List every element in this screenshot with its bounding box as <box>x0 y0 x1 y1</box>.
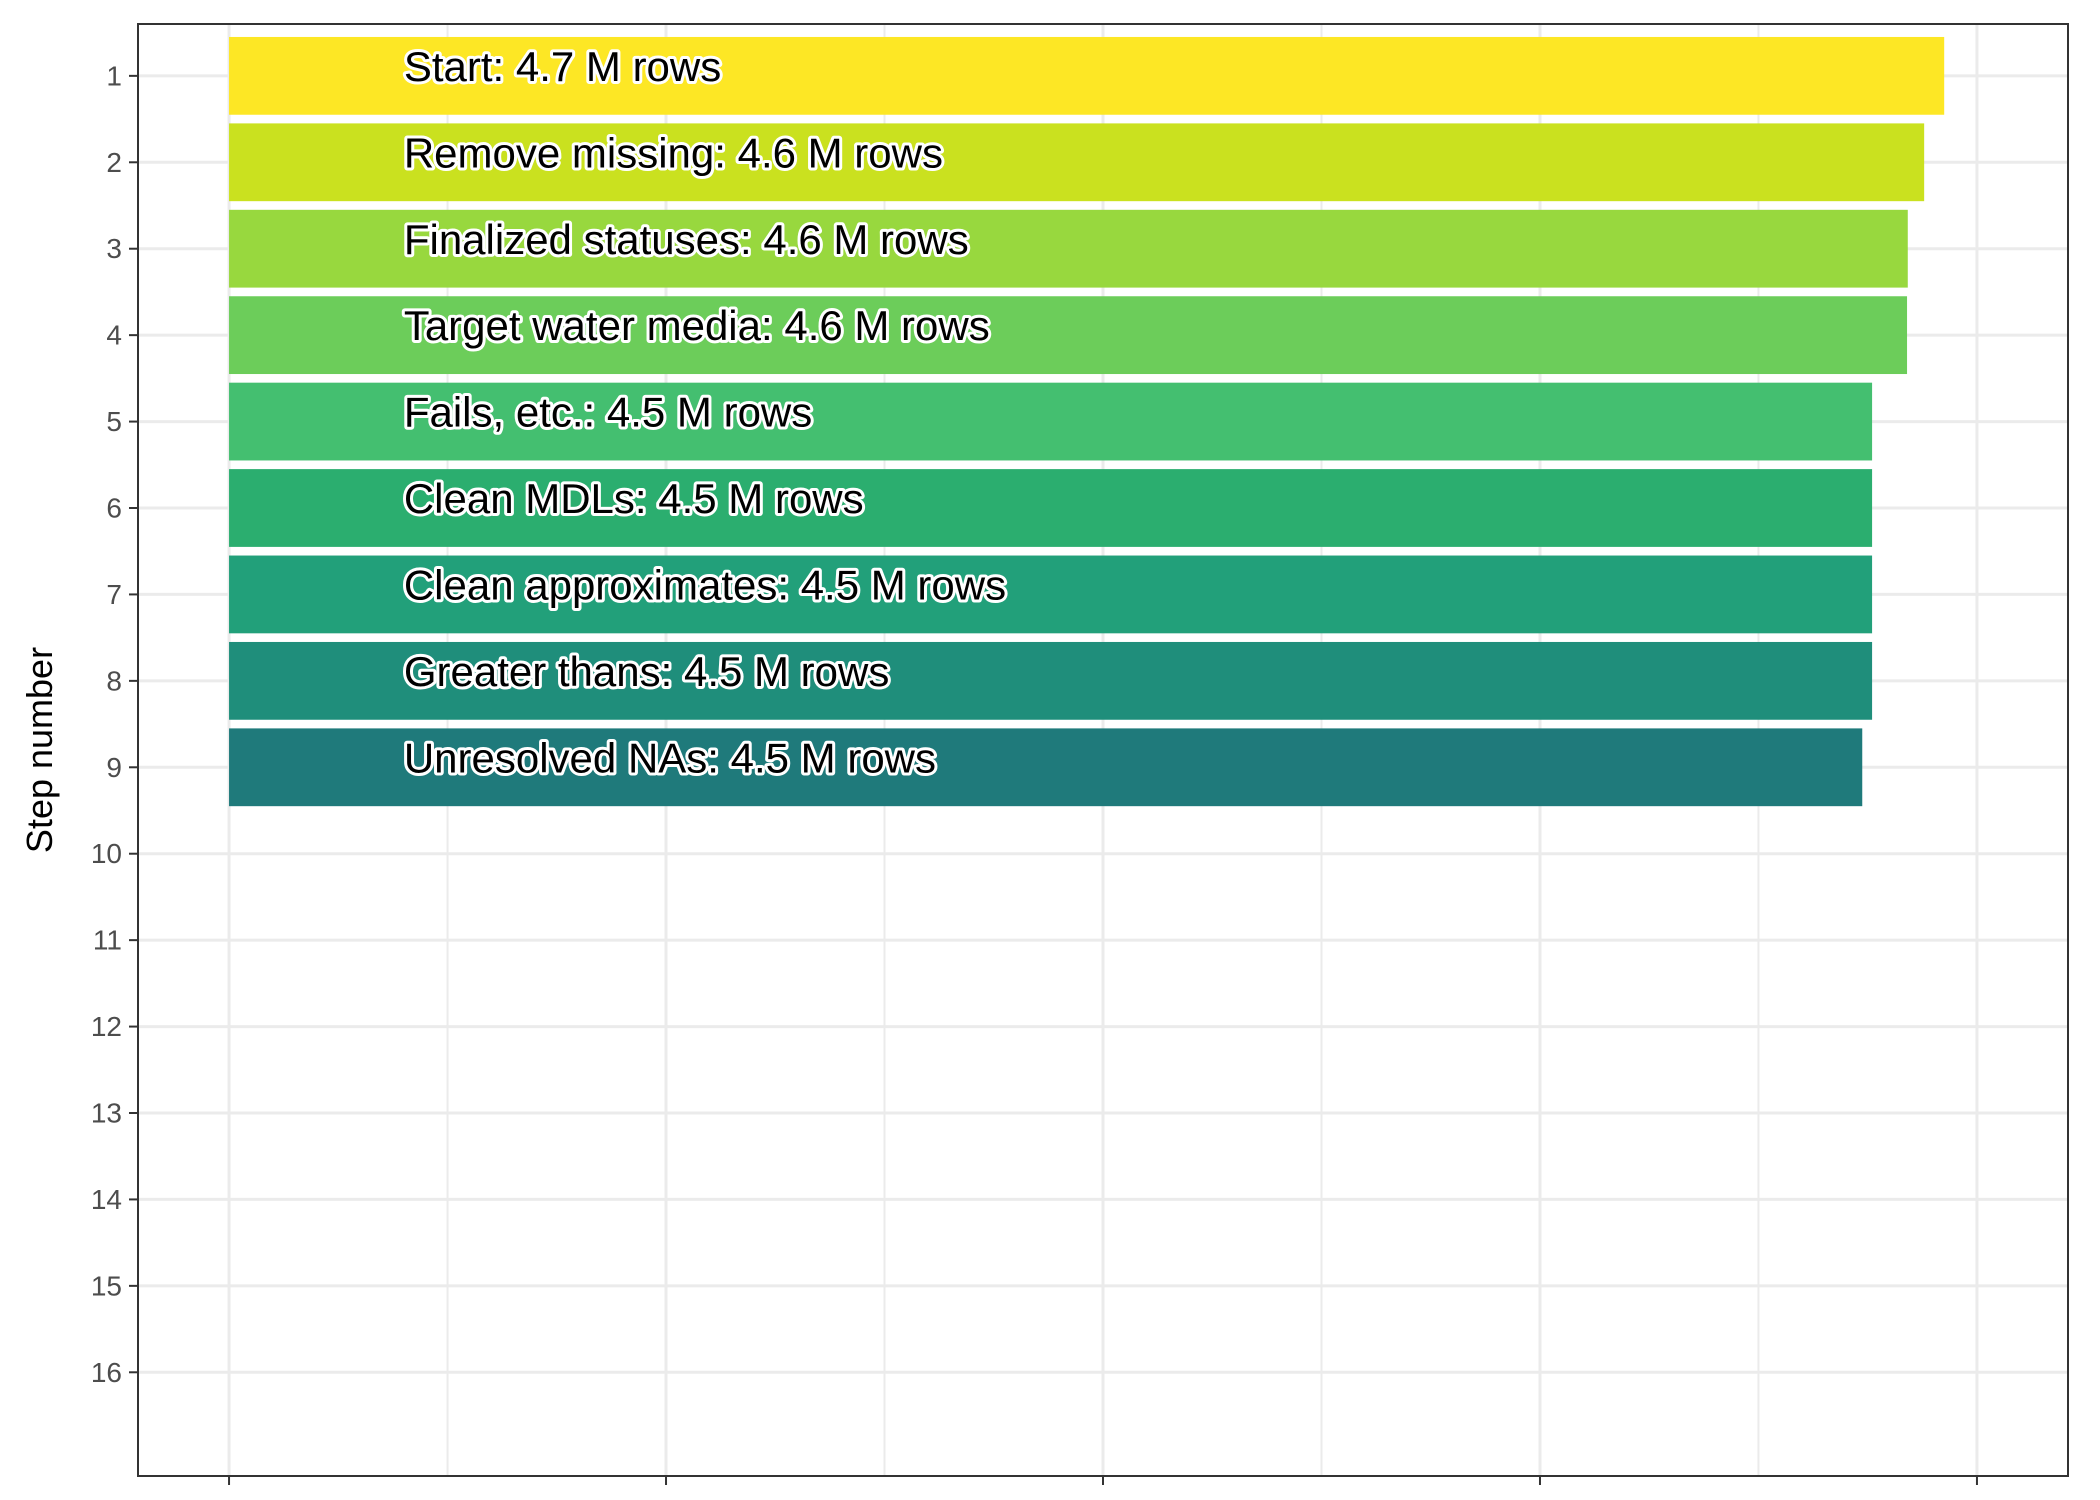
bar-label: Fails, etc.: 4.5 M rows <box>404 389 812 436</box>
y-tick-label: 2 <box>106 147 122 178</box>
chart: Start: 4.7 M rows Remove missing: 4.6 M r… <box>19 23 2069 1485</box>
y-tick-label: 4 <box>106 320 122 351</box>
y-tick-label: 12 <box>91 1011 122 1042</box>
y-tick-label: 14 <box>91 1184 122 1215</box>
bar-label: Target water media: 4.6 M rows <box>404 302 990 349</box>
y-tick-label: 1 <box>106 60 122 91</box>
y-tick-label: 6 <box>106 493 122 524</box>
x-axis <box>228 1476 1978 1485</box>
y-tick-label: 7 <box>106 579 122 610</box>
y-tick-label: 16 <box>91 1357 122 1388</box>
bar-label: Greater thans: 4.5 M rows <box>404 648 890 695</box>
y-tick-label: 5 <box>106 406 122 437</box>
bar-label: Unresolved NAs: 4.5 M rows <box>404 734 936 781</box>
y-tick-label: 15 <box>91 1270 122 1301</box>
bar-label: Clean MDLs: 4.5 M rows <box>404 475 864 522</box>
y-tick-label: 8 <box>106 665 122 696</box>
y-axis-title: Step number <box>19 647 60 853</box>
bar-label: Start: 4.7 M rows <box>404 43 721 90</box>
y-tick-label: 9 <box>106 752 122 783</box>
y-tick-label: 13 <box>91 1098 122 1129</box>
bar-label: Remove missing: 4.6 M rows <box>404 129 943 176</box>
y-tick-label: 11 <box>93 925 122 956</box>
bar-label: Clean approximates: 4.5 M rows <box>404 562 1006 609</box>
y-axis: 12345678910111213141516 <box>91 60 138 1388</box>
y-tick-label: 10 <box>91 838 122 869</box>
y-tick-label: 3 <box>106 233 122 264</box>
bar-label: Finalized statuses: 4.6 M rows <box>404 216 969 263</box>
